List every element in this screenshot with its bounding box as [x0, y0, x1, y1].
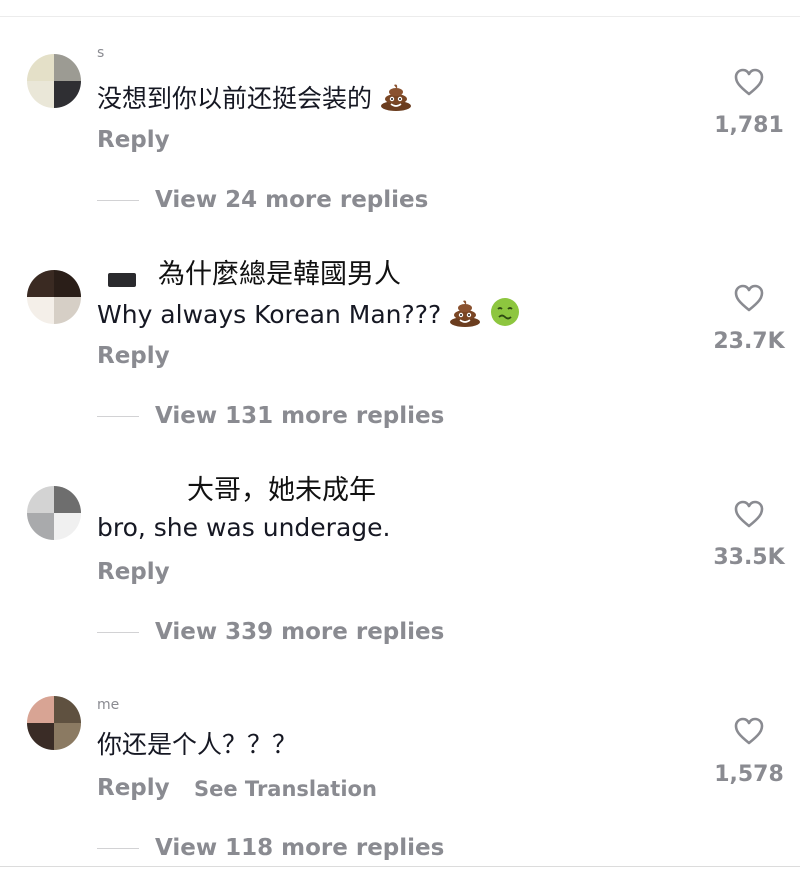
- avatar-tile: [27, 513, 54, 540]
- heart-outline-icon[interactable]: [734, 717, 764, 745]
- replies-divider: [97, 416, 139, 417]
- avatar-tile: [54, 486, 81, 513]
- reply-button[interactable]: Reply: [97, 775, 170, 801]
- avatar-tile: [54, 297, 81, 324]
- comment-text-content: 你还是个人？？？: [97, 730, 298, 759]
- avatar-tile: [27, 270, 54, 297]
- view-more-replies-button[interactable]: View 131 more replies: [155, 403, 444, 429]
- like-count: 1,781: [714, 113, 784, 138]
- avatar-tile: [27, 696, 54, 723]
- username[interactable]: s: [97, 48, 104, 66]
- like-count: 1,578: [714, 762, 784, 787]
- username-redacted[interactable]: [108, 273, 136, 287]
- view-more-replies-button[interactable]: View 339 more replies: [155, 619, 444, 645]
- avatar[interactable]: [27, 696, 81, 750]
- nauseated-face-emoji: [491, 298, 520, 326]
- comment-item: 為什麼總是韓國男人 Why always Korean Man??? Reply…: [0, 216, 800, 432]
- translation-overlay: 大哥，她未成年: [187, 475, 376, 506]
- reply-button[interactable]: Reply: [97, 559, 170, 585]
- comment-text-content: 没想到你以前还挺会装的: [97, 84, 373, 113]
- comment-text-content: Why always Korean Man???: [97, 300, 442, 329]
- comment-item: 大哥，她未成年 bro, she was underage. Reply Vie…: [0, 432, 800, 648]
- replies-divider: [97, 632, 139, 633]
- see-translation-button[interactable]: See Translation: [194, 777, 377, 801]
- comment-item: s 没想到你以前还挺会装的 Reply View 24 more replies…: [0, 0, 800, 216]
- bottom-divider: [0, 866, 800, 867]
- pile-of-poo-emoji: [380, 84, 411, 111]
- heart-outline-icon[interactable]: [734, 68, 764, 96]
- replies-divider: [97, 200, 139, 201]
- comment-text-content: bro, she was underage.: [97, 513, 391, 542]
- avatar-tile: [54, 723, 81, 750]
- comment-text: Why always Korean Man???: [97, 297, 521, 330]
- comment-text: bro, she was underage.: [97, 513, 390, 543]
- view-more-replies-button[interactable]: View 118 more replies: [155, 835, 444, 861]
- avatar[interactable]: [27, 270, 81, 324]
- reply-button[interactable]: Reply: [97, 127, 170, 153]
- avatar-tile: [27, 81, 54, 108]
- avatar-tile: [54, 81, 81, 108]
- avatar-tile: [27, 723, 54, 750]
- avatar-tile: [27, 54, 54, 81]
- view-more-replies-button[interactable]: View 24 more replies: [155, 187, 428, 213]
- avatar-tile: [54, 513, 81, 540]
- username[interactable]: me: [97, 700, 119, 718]
- comment-item: me 你还是个人？？？ Reply See Translation View 1…: [0, 648, 800, 864]
- avatar-tile: [27, 297, 54, 324]
- avatar-tile: [54, 696, 81, 723]
- comment-text: 你还是个人？？？: [97, 730, 297, 760]
- avatar-tile: [27, 486, 54, 513]
- comment-text: 没想到你以前还挺会装的: [97, 81, 412, 114]
- heart-outline-icon[interactable]: [734, 284, 764, 312]
- reply-button[interactable]: Reply: [97, 343, 170, 369]
- like-count: 23.7K: [713, 329, 785, 354]
- pile-of-poo-emoji: [450, 300, 481, 327]
- avatar-tile: [54, 54, 81, 81]
- avatar[interactable]: [27, 54, 81, 108]
- avatar-tile: [54, 270, 81, 297]
- avatar[interactable]: [27, 486, 81, 540]
- replies-divider: [97, 848, 139, 849]
- heart-outline-icon[interactable]: [734, 500, 764, 528]
- like-count: 33.5K: [713, 545, 785, 570]
- translation-overlay: 為什麼總是韓國男人: [158, 259, 401, 290]
